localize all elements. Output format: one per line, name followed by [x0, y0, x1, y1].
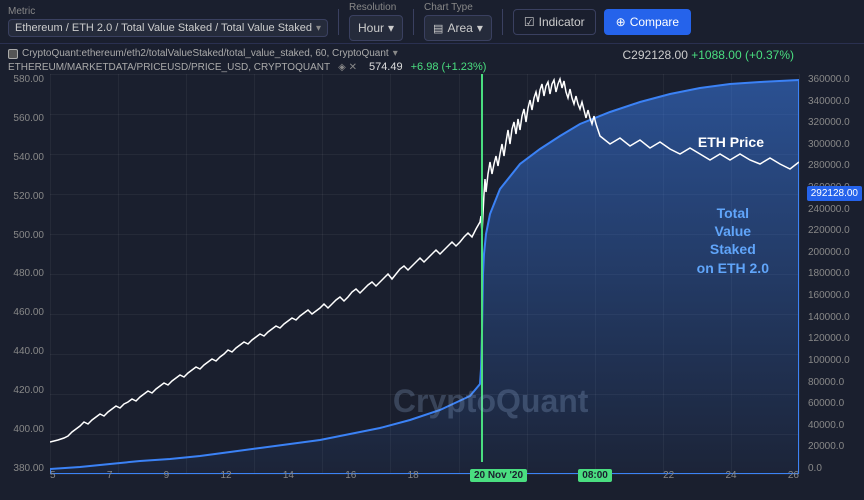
series-2-path: ETHEREUM/MARKETDATA/PRICEUSD/PRICE_USD, …: [8, 62, 330, 73]
y-left-label: 480.00: [4, 268, 44, 279]
y-right-label: 100000.0: [808, 355, 860, 366]
x-label-16: 16: [345, 470, 356, 481]
top-bar: Metric Ethereum / ETH 2.0 / Total Value …: [0, 0, 864, 44]
top-price-change: +1088.00 (+0.37%): [691, 48, 794, 62]
x-label-0800: 08:00: [578, 469, 612, 482]
price-badge: 292128.00: [807, 186, 862, 201]
chart-type-chevron-icon: ▾: [477, 21, 483, 35]
metric-label: Metric: [8, 6, 328, 17]
series-2-change: +6.98 (+1.23%): [411, 61, 487, 73]
y-left-label: 580.00: [4, 74, 44, 85]
chart-area: CryptoQuant:ethereum/eth2/totalValueStak…: [0, 44, 864, 500]
x-label-nov20: 20 Nov '20: [470, 469, 527, 482]
tvs-area-path: [50, 80, 799, 474]
x-label-26: 26: [788, 470, 799, 481]
resolution-section: Resolution Hour ▾: [349, 2, 403, 41]
series-1-dot-icon: [8, 49, 18, 59]
y-left-label: 440.00: [4, 346, 44, 357]
indicator-checkbox-icon: ☑: [524, 15, 535, 29]
chart-type-icon: ▤: [433, 22, 443, 35]
top-price-value: C292128.00: [623, 48, 688, 62]
eth-price-annotation: ETH Price: [698, 134, 764, 150]
chart-type-section: Chart Type ▤ Area ▾: [424, 2, 492, 41]
vertical-green-line: [481, 74, 483, 462]
y-right-label: 320000.0: [808, 117, 860, 128]
y-left-label: 460.00: [4, 307, 44, 318]
y-axis-right: 360000.0 340000.0 320000.0 300000.0 280000.0…: [804, 74, 864, 474]
x-label-22: 22: [663, 470, 674, 481]
metric-dropdown[interactable]: Ethereum / ETH 2.0 / Total Value Staked …: [8, 19, 328, 37]
y-right-label: 360000.0: [808, 74, 860, 85]
y-left-label: 500.00: [4, 230, 44, 241]
y-right-label: 120000.0: [808, 333, 860, 344]
series-1-settings-icon: ▾: [393, 48, 398, 59]
x-label-9: 9: [164, 470, 170, 481]
y-axis-left: 580.00 560.00 540.00 520.00 500.00 480.00 460.…: [0, 74, 48, 474]
resolution-value: Hour: [358, 21, 384, 35]
separator-2: [413, 9, 414, 35]
y-right-label: 0.0: [808, 463, 860, 474]
series-2-settings-icon: ◈ ✕: [338, 62, 357, 73]
indicator-button[interactable]: ☑ Indicator: [513, 9, 596, 35]
y-right-label: 20000.0: [808, 441, 860, 452]
y-left-label: 380.00: [4, 463, 44, 474]
y-right-label: 280000.0: [808, 160, 860, 171]
chart-type-dropdown[interactable]: ▤ Area ▾: [424, 15, 492, 41]
y-left-label: 540.00: [4, 152, 44, 163]
y-left-label: 420.00: [4, 385, 44, 396]
compare-label: Compare: [630, 15, 679, 29]
compare-button[interactable]: ⊕ Compare: [604, 9, 691, 35]
x-label-7: 7: [107, 470, 113, 481]
metric-value: Ethereum / ETH 2.0 / Total Value Staked …: [15, 22, 312, 34]
x-label-24: 24: [725, 470, 736, 481]
y-left-label: 400.00: [4, 424, 44, 435]
chart-type-label: Chart Type: [424, 2, 492, 13]
y-right-label: 180000.0: [808, 268, 860, 279]
top-price-info: C292128.00 +1088.00 (+0.37%): [623, 48, 794, 62]
resolution-label: Resolution: [349, 2, 403, 13]
series-1-path: CryptoQuant:ethereum/eth2/totalValueStak…: [22, 48, 389, 59]
indicator-label: Indicator: [539, 15, 585, 29]
metric-chevron-icon: ▾: [316, 23, 321, 34]
y-right-label: 80000.0: [808, 377, 860, 388]
x-label-14: 14: [283, 470, 294, 481]
resolution-dropdown[interactable]: Hour ▾: [349, 15, 403, 41]
y-right-label: 340000.0: [808, 96, 860, 107]
x-label-12: 12: [220, 470, 231, 481]
y-right-label: 300000.0: [808, 139, 860, 150]
metric-section: Metric Ethereum / ETH 2.0 / Total Value …: [8, 6, 328, 37]
y-left-label: 520.00: [4, 191, 44, 202]
tvs-annotation: TotalValueStakedon ETH 2.0: [697, 204, 769, 277]
y-right-label: 40000.0: [808, 420, 860, 431]
chart-info-bar: CryptoQuant:ethereum/eth2/totalValueStak…: [8, 48, 486, 73]
price-badge-value: 292128.00: [811, 188, 858, 199]
x-label-18: 18: [408, 470, 419, 481]
series-2-info: ETHEREUM/MARKETDATA/PRICEUSD/PRICE_USD, …: [8, 61, 486, 73]
y-right-label: 220000.0: [808, 225, 860, 236]
separator-1: [338, 9, 339, 35]
y-right-label: 140000.0: [808, 312, 860, 323]
series-2-value: 574.49: [369, 61, 403, 73]
x-label-5: 5: [50, 470, 56, 481]
y-left-label: 560.00: [4, 113, 44, 124]
y-right-label: 60000.0: [808, 398, 860, 409]
chart-svg: [50, 74, 799, 474]
y-right-label: 240000.0: [808, 204, 860, 215]
separator-3: [502, 9, 503, 35]
compare-plus-icon: ⊕: [616, 15, 626, 29]
y-right-label: 200000.0: [808, 247, 860, 258]
y-right-label: 160000.0: [808, 290, 860, 301]
chart-type-value: Area: [447, 21, 472, 35]
resolution-chevron-icon: ▾: [388, 21, 394, 35]
series-1-info: CryptoQuant:ethereum/eth2/totalValueStak…: [8, 48, 486, 59]
x-axis: 5 7 9 12 14 16 18 20 Nov '20 08:00 22 24…: [50, 469, 799, 482]
grid-v-line: [799, 74, 800, 474]
